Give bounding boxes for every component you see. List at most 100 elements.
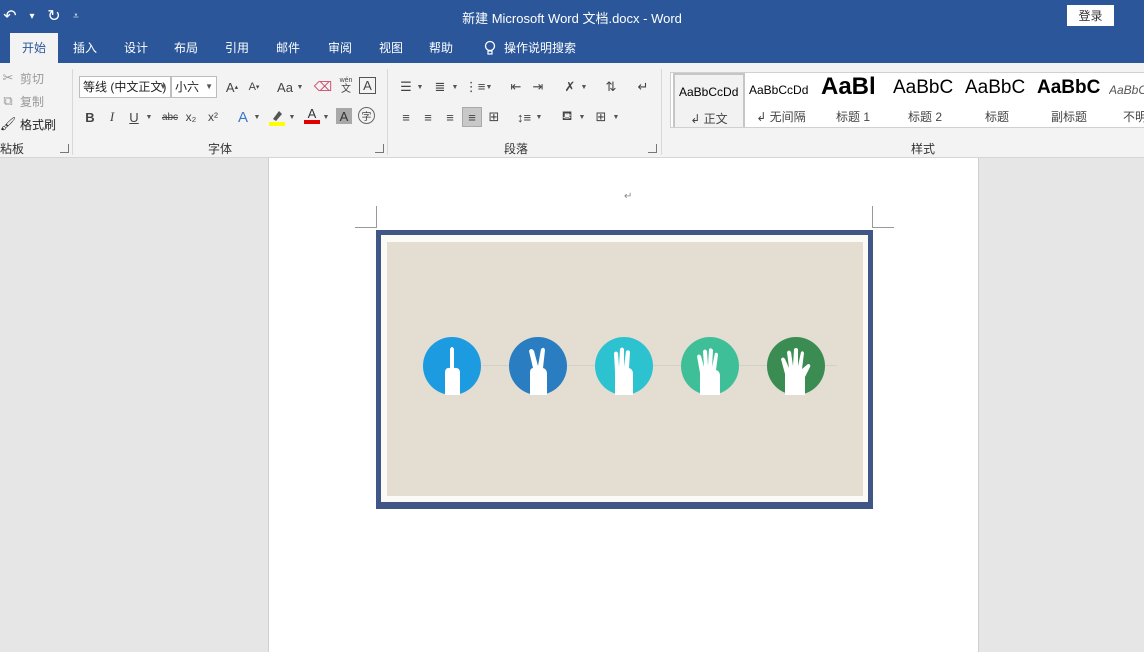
shrink-font-icon: A: [248, 81, 256, 93]
align-left-button[interactable]: ≡: [396, 107, 416, 127]
borders-icon: ⊞: [595, 109, 607, 124]
superscript-button[interactable]: x²: [203, 107, 223, 127]
style-name: ↲ 无间隔: [756, 110, 806, 124]
numbering-button[interactable]: ≣: [430, 77, 450, 97]
line-spacing-button[interactable]: ↕≡: [514, 107, 534, 127]
style-name: 副标题: [1050, 110, 1087, 124]
strikethrough-button[interactable]: abc: [159, 107, 181, 127]
paragraph-group-label: 段落: [504, 142, 529, 156]
decrease-indent-button[interactable]: ⇤: [506, 77, 526, 97]
style-heading-2[interactable]: AaBbC 标题 2: [889, 73, 961, 127]
grow-font-button[interactable]: A ▴: [222, 77, 242, 97]
copy-label: 复制: [20, 94, 45, 109]
crop-mark: [872, 227, 894, 228]
justify-button[interactable]: ≡: [462, 107, 482, 127]
align-center-button[interactable]: ≡: [418, 107, 438, 127]
font-size-value: 小六: [175, 80, 200, 94]
font-color-button[interactable]: A: [302, 106, 322, 126]
format-painter-button[interactable]: 🖌 格式刷: [0, 114, 56, 134]
style-heading-1[interactable]: AaBl 标题 1: [817, 73, 889, 127]
chevron-down-icon[interactable]: ▼: [322, 107, 330, 127]
one-finger-icon: [423, 337, 481, 395]
highlighter-icon: [269, 111, 285, 126]
shrink-font-button[interactable]: A ▾: [244, 77, 264, 97]
inserted-picture[interactable]: [376, 230, 873, 509]
chevron-down-icon[interactable]: ▼: [288, 107, 296, 127]
sort-icon: ⇅: [605, 79, 617, 94]
style-subtitle[interactable]: AaBbC 副标题: [1033, 73, 1105, 127]
four-fingers-icon: [681, 337, 739, 395]
chevron-down-icon[interactable]: ▼: [580, 77, 588, 97]
font-group-label: 字体: [208, 142, 233, 156]
align-right-button[interactable]: ≡: [440, 107, 460, 127]
highlight-button[interactable]: [267, 107, 287, 127]
clipboard-launcher-icon[interactable]: [60, 144, 69, 153]
underline-button[interactable]: U: [124, 107, 144, 127]
tab-review[interactable]: 审阅: [316, 33, 364, 63]
subscript-button[interactable]: x₂: [181, 107, 201, 127]
font-color-icon: A: [307, 106, 317, 121]
tab-help[interactable]: 帮助: [417, 33, 465, 63]
font-launcher-icon[interactable]: [375, 144, 384, 153]
style-title[interactable]: AaBbC 标题: [961, 73, 1033, 127]
change-case-button[interactable]: Aa: [273, 77, 297, 97]
tab-view[interactable]: 视图: [367, 33, 415, 63]
style-no-spacing[interactable]: AaBbCcDd ↲ 无间隔: [745, 73, 817, 127]
enclose-characters-button[interactable]: 字: [358, 107, 375, 124]
bullets-button[interactable]: ☰: [396, 77, 416, 97]
phonetic-guide-button[interactable]: wén 文: [336, 75, 356, 95]
window-title: 新建 Microsoft Word 文档.docx - Word: [462, 11, 682, 26]
shading-button[interactable]: ⛾: [557, 107, 577, 127]
picture-torn-paper-border: [381, 235, 868, 502]
style-subtle-emphasis[interactable]: AaBbCcDd 不明显: [1105, 73, 1144, 127]
chevron-down-icon[interactable]: ▼: [612, 107, 620, 127]
italic-button[interactable]: I: [102, 107, 122, 127]
sort-button[interactable]: ⇅: [601, 77, 621, 97]
chevron-down-icon[interactable]: ▼: [451, 77, 459, 97]
bold-button[interactable]: B: [80, 107, 100, 127]
paint-bucket-icon: ⛾: [561, 108, 573, 123]
distributed-button[interactable]: ⊞: [484, 107, 504, 127]
chinese-layout-icon: ✗: [564, 79, 576, 94]
five-fingers-icon: [767, 337, 825, 395]
font-name-dropdown[interactable]: 等线 (中文正文) ▼: [79, 76, 171, 98]
style-sample: AaBbCcDd: [1109, 83, 1144, 97]
chevron-down-icon[interactable]: ▼: [253, 107, 261, 127]
tell-me-search[interactable]: 操作说明搜索: [472, 33, 588, 63]
clear-format-button[interactable]: ⌫: [313, 77, 333, 97]
increase-indent-button[interactable]: ⇥: [528, 77, 548, 97]
style-sample: AaBbC: [1037, 77, 1101, 98]
character-shading-button[interactable]: A: [336, 108, 352, 124]
chinese-layout-button[interactable]: ✗: [560, 77, 580, 97]
tab-design[interactable]: 设计: [112, 33, 160, 63]
chevron-down-icon[interactable]: ▼: [485, 77, 493, 97]
font-size-dropdown[interactable]: 小六 ▼: [171, 76, 217, 98]
grow-font-icon: A: [225, 79, 235, 95]
chevron-down-icon[interactable]: ▼: [578, 107, 586, 127]
show-marks-button[interactable]: ↵: [633, 77, 653, 97]
chevron-down-icon[interactable]: ▼: [145, 107, 153, 127]
tab-insert[interactable]: 插入: [61, 33, 109, 63]
chevron-down-icon[interactable]: ▼: [416, 77, 424, 97]
login-button[interactable]: 登录: [1067, 5, 1114, 26]
character-border-button[interactable]: A: [359, 77, 376, 94]
tab-home[interactable]: 开始: [10, 33, 59, 63]
style-name: 标题: [984, 110, 1009, 124]
document-page[interactable]: ↵: [268, 158, 979, 652]
align-left-icon: ≡: [402, 109, 410, 125]
chevron-down-icon[interactable]: ▼: [535, 107, 543, 127]
title-bar: ↶ ▾ ↻ ⩡ 新建 Microsoft Word 文档.docx - Word…: [0, 0, 1144, 33]
multilevel-list-button[interactable]: ⋮≡: [465, 77, 486, 97]
style-normal[interactable]: AaBbCcDd ↲ 正文: [673, 73, 745, 127]
cut-button[interactable]: ✂ 剪切: [0, 68, 44, 88]
paragraph-launcher-icon[interactable]: [648, 144, 657, 153]
chevron-down-icon[interactable]: ▼: [296, 77, 304, 97]
tab-mailings[interactable]: 邮件: [264, 33, 312, 63]
copy-button[interactable]: ⧉ 复制: [0, 91, 44, 111]
tab-layout[interactable]: 布局: [162, 33, 210, 63]
style-name: 标题 1: [835, 110, 870, 124]
text-effects-button[interactable]: A: [233, 107, 253, 127]
borders-button[interactable]: ⊞: [591, 107, 611, 127]
style-name: ↲ 正文: [690, 112, 728, 126]
tab-references[interactable]: 引用: [213, 33, 261, 63]
